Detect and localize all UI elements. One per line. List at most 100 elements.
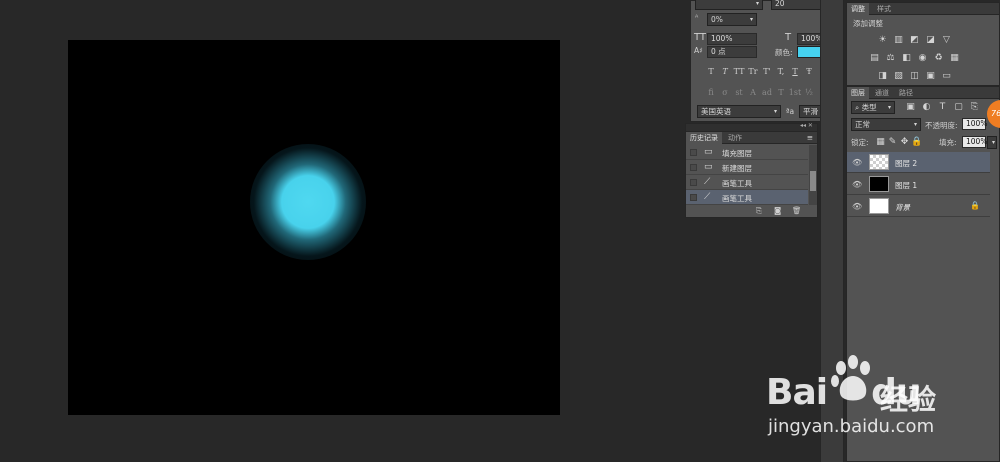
subscript-button[interactable]: T,	[774, 67, 788, 79]
contextual-alt-button[interactable]: σ	[718, 88, 732, 100]
all-caps-button[interactable]: TT	[732, 67, 746, 79]
posterize-icon[interactable]: ▨	[893, 71, 904, 81]
color-lookup-icon[interactable]: ▦	[949, 53, 960, 63]
curves-icon[interactable]: ◩	[909, 35, 920, 45]
vibrance-icon[interactable]: ▽	[941, 35, 952, 45]
gradient-map-icon[interactable]: ▭	[941, 71, 952, 81]
history-snapshot-checkbox[interactable]	[690, 194, 697, 201]
history-item-label: 画笔工具	[722, 194, 752, 203]
panel-menu-icon[interactable]: ≡	[807, 133, 813, 142]
fill-input[interactable]: 100%	[962, 136, 987, 148]
camera-icon[interactable]: ◙	[774, 206, 781, 215]
history-item-selected[interactable]: ⟋ 画笔工具	[686, 190, 808, 205]
brightness-icon[interactable]: ☀	[877, 35, 888, 45]
color-label: 颜色:	[775, 48, 793, 57]
history-item[interactable]: ▭ 新建图层	[686, 160, 808, 175]
opacity-label: 不透明度:	[925, 121, 958, 130]
history-snapshot-checkbox[interactable]	[690, 179, 697, 186]
vertical-scale-input[interactable]: 100%	[707, 33, 757, 45]
lock-transparent-icon[interactable]: ▦	[875, 137, 886, 147]
small-caps-button[interactable]: Tr	[746, 67, 760, 79]
black-white-icon[interactable]: ◧	[901, 53, 912, 63]
fraction-button[interactable]: ½	[802, 88, 816, 100]
selective-color-icon[interactable]: ▣	[925, 71, 936, 81]
layer-thumbnail	[869, 176, 889, 192]
filter-adjustment-icon[interactable]: ◐	[921, 102, 932, 112]
lock-icon[interactable]: 🔒	[970, 201, 980, 210]
filter-pixel-icon[interactable]: ▣	[905, 102, 916, 112]
new-document-from-state-icon[interactable]: ⎘	[756, 206, 762, 216]
tab-adjustments[interactable]: 调整	[847, 3, 869, 15]
ligature-button[interactable]: fi	[704, 88, 718, 100]
history-scrollbar[interactable]	[809, 145, 817, 205]
layer-row-selected[interactable]: 👁 图层 2	[847, 152, 990, 173]
filter-smart-icon[interactable]: ⎘	[969, 102, 980, 112]
filter-shape-icon[interactable]: ▢	[953, 102, 964, 112]
underline-button[interactable]: T	[788, 67, 802, 79]
history-scroll-thumb[interactable]	[810, 171, 816, 191]
character-panel: ▾ 20▾ ᴬ 0%▾ TT 100% T 100% A♯ 0 点 颜色: T …	[690, 0, 840, 122]
levels-icon[interactable]: ▥	[893, 35, 904, 45]
layer-filter-dropdown[interactable]: ⌕ 类型 ▾	[851, 101, 895, 114]
tab-layers[interactable]: 图层	[847, 87, 869, 99]
history-item[interactable]: ▭ 填充图层	[686, 145, 808, 160]
faux-italic-button[interactable]: T	[718, 67, 732, 79]
invert-icon[interactable]: ◨	[877, 71, 888, 81]
threshold-icon[interactable]: ◫	[909, 71, 920, 81]
faux-bold-button[interactable]: T	[704, 67, 718, 79]
brush-icon: ⟋	[704, 177, 711, 187]
adjustments-panel: 调整 样式 添加调整 ☀ ▥ ◩ ◪ ▽ ▤ ⚖ ◧ ◉ ♻ ▦ ◨ ▨ ◫ ▣…	[846, 2, 1000, 86]
eye-icon[interactable]: 👁	[852, 202, 862, 211]
antialias-icon: ªa	[786, 107, 795, 116]
layer-row[interactable]: 👁 背景 🔒	[847, 196, 990, 217]
swash-button[interactable]: A	[746, 88, 760, 100]
history-tabbar	[686, 124, 817, 132]
hue-saturation-icon[interactable]: ▤	[869, 53, 880, 63]
exposure-icon[interactable]: ◪	[925, 35, 936, 45]
history-snapshot-checkbox[interactable]	[690, 164, 697, 171]
superscript-button[interactable]: T'	[760, 67, 774, 79]
lock-all-icon[interactable]: 🔒	[911, 137, 922, 147]
tab-paths[interactable]: 路径	[895, 87, 917, 99]
photo-filter-icon[interactable]: ◉	[917, 53, 928, 63]
lock-position-icon[interactable]: ✥	[899, 137, 910, 147]
panel-collapse-icon[interactable]: ◂◂ ✕	[800, 122, 813, 129]
tab-actions[interactable]: 动作	[724, 132, 746, 144]
titling-alt-button[interactable]: T	[774, 88, 788, 100]
adjustments-title: 添加调整	[853, 19, 883, 28]
tab-channels[interactable]: 通道	[871, 87, 893, 99]
watermark-cn-text: 经验	[880, 383, 937, 416]
brush-icon: ⟋	[704, 192, 711, 202]
document-canvas[interactable]	[68, 40, 560, 415]
eye-icon[interactable]: 👁	[852, 158, 862, 167]
lock-pixels-icon[interactable]: ✎	[887, 137, 898, 147]
tab-styles[interactable]: 样式	[873, 3, 895, 15]
discretionary-lig-button[interactable]: st	[732, 88, 746, 100]
eye-icon[interactable]: 👁	[852, 180, 862, 189]
baseline-shift-input[interactable]: 0 点	[707, 46, 757, 58]
horizontal-scale-icon: T	[785, 32, 792, 43]
trash-icon[interactable]: 🗑	[792, 206, 802, 215]
font-style-dropdown[interactable]: ▾	[695, 0, 763, 10]
history-snapshot-checkbox[interactable]	[690, 149, 697, 156]
history-item[interactable]: ⟋ 画笔工具	[686, 175, 808, 190]
filter-type-icon[interactable]: T	[937, 102, 948, 112]
ordinal-button[interactable]: 1st	[788, 88, 802, 100]
folder-icon: ▭	[704, 147, 713, 157]
blend-mode-dropdown[interactable]: 正常 ▾	[851, 118, 921, 131]
color-balance-icon[interactable]: ⚖	[885, 53, 896, 63]
tab-history[interactable]: 历史记录	[686, 132, 722, 144]
fill-slider-toggle[interactable]: ▾	[987, 136, 997, 149]
history-item-label: 填充图层	[722, 149, 752, 158]
folder-icon: ▭	[704, 162, 713, 172]
layer-row[interactable]: 👁 图层 1	[847, 174, 990, 195]
language-dropdown[interactable]: 美国英语 ▾	[697, 105, 781, 118]
tracking-dropdown[interactable]: 0% ▾	[707, 13, 757, 26]
layer-name: 背景	[895, 203, 910, 212]
stylistic-alt-button[interactable]: ad	[760, 88, 774, 100]
opacity-input[interactable]: 100%	[962, 118, 987, 130]
watermark-url: jingyan.baidu.com	[768, 416, 935, 437]
channel-mixer-icon[interactable]: ♻	[933, 53, 944, 63]
lock-label: 锁定:	[851, 138, 869, 147]
strikethrough-button[interactable]: Ŧ	[802, 67, 816, 79]
